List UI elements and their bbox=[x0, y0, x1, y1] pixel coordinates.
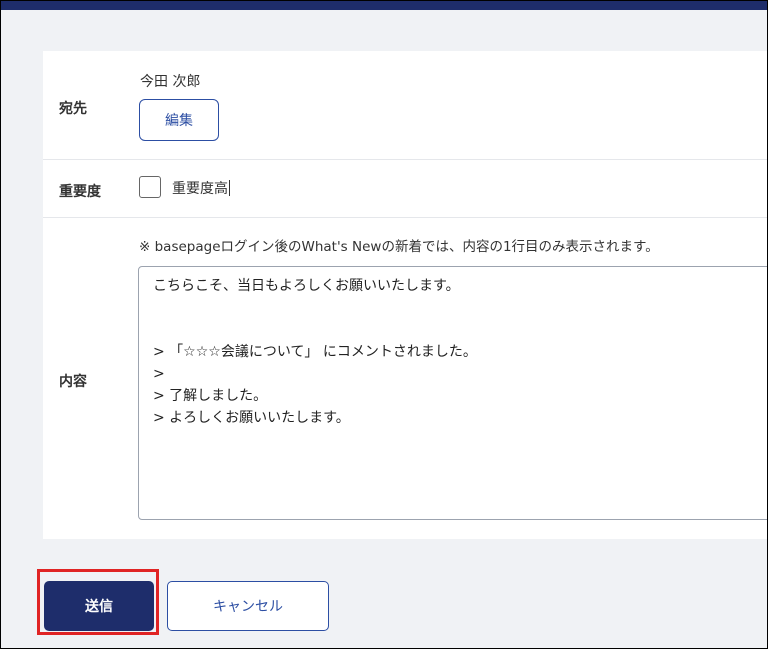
message-form: 宛先 今田 次郎 編集 重要度 重要度高 内容 ※ basepageログイン後の… bbox=[43, 51, 767, 539]
cancel-button[interactable]: キャンセル bbox=[167, 581, 329, 631]
content-corner bbox=[9, 10, 767, 20]
content-note: ※ basepageログイン後のWhat's Newの新着では、内容の1行目のみ… bbox=[139, 239, 659, 255]
content-textarea[interactable]: こちらこそ、当日もよろしくお願いいたします。 > 「☆☆☆会議について」 にコメ… bbox=[138, 266, 767, 520]
importance-high-label[interactable]: 重要度高 bbox=[172, 178, 230, 198]
app-frame: 宛先 今田 次郎 編集 重要度 重要度高 内容 ※ basepageログイン後の… bbox=[0, 0, 768, 649]
recipient-label: 宛先 bbox=[59, 101, 87, 117]
edit-recipient-button[interactable]: 編集 bbox=[139, 99, 219, 141]
top-bar bbox=[1, 1, 767, 10]
recipient-name: 今田 次郎 bbox=[140, 74, 201, 90]
importance-high-checkbox[interactable] bbox=[139, 176, 161, 198]
text-cursor bbox=[229, 180, 230, 196]
content-label: 内容 bbox=[59, 374, 87, 390]
send-button[interactable]: 送信 bbox=[44, 581, 154, 631]
recipient-row: 宛先 今田 次郎 編集 bbox=[43, 51, 767, 159]
importance-label: 重要度 bbox=[59, 184, 101, 200]
